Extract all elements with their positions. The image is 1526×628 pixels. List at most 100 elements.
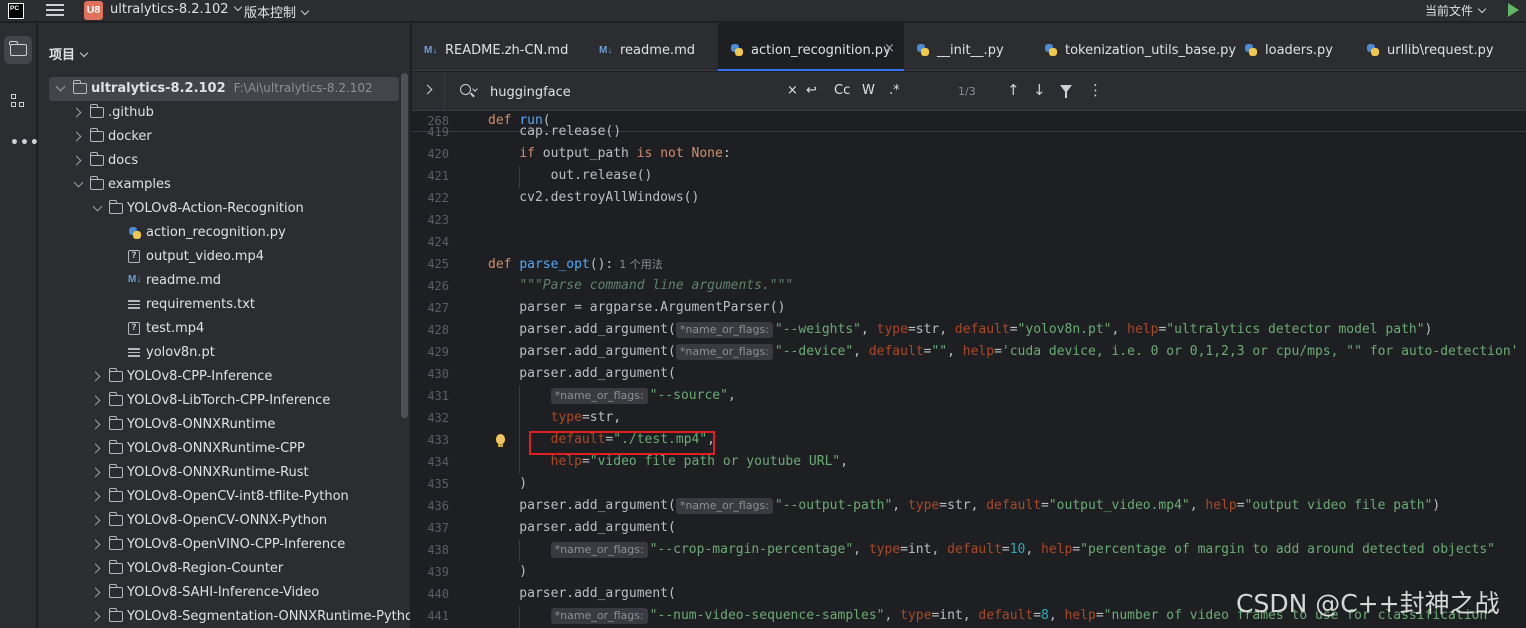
tree-folder[interactable]: YOLOv8-CPP-Inference xyxy=(38,365,400,389)
code-line[interactable]: 439 ) xyxy=(412,562,1526,584)
watermark: CSDN @C++封神之战 xyxy=(1236,589,1500,618)
editor-tab[interactable]: loaders.py xyxy=(1232,23,1354,71)
code-line[interactable]: 429 parser.add_argument(*name_or_flags: "… xyxy=(412,342,1526,364)
run-icon[interactable] xyxy=(1508,3,1519,17)
project-tool-button[interactable] xyxy=(4,36,32,64)
tree-folder[interactable]: YOLOv8-LibTorch-CPP-Inference xyxy=(38,389,400,413)
tree-file[interactable]: M↓ readme.md xyxy=(38,269,400,293)
tree-folder[interactable]: YOLOv8-OpenCV-ONNX-Python xyxy=(38,509,400,533)
structure-tool-button[interactable] xyxy=(4,87,32,115)
tree-file[interactable]: requirements.txt xyxy=(38,293,400,317)
code-line[interactable]: 438 *name_or_flags: "--crop-margin-percen… xyxy=(412,540,1526,562)
code-line[interactable]: 421 out.release() xyxy=(412,166,1526,188)
tab-label: loaders.py xyxy=(1265,43,1333,58)
project-panel-header[interactable]: 项目 xyxy=(49,44,89,63)
editor-tab[interactable]: __init__.py xyxy=(904,23,1032,71)
tree-folder[interactable]: YOLOv8-Segmentation-ONNXRuntime-Python xyxy=(38,605,410,628)
tree-folder[interactable]: YOLOv8-ONNXRuntime xyxy=(38,413,400,437)
chevron-down-icon xyxy=(1477,4,1487,14)
expand-arrow-icon[interactable] xyxy=(90,419,101,430)
close-tab-icon[interactable]: × xyxy=(884,41,895,56)
editor-tab[interactable]: M↓ readme.md xyxy=(587,23,718,71)
code-line[interactable]: 432 type=str, xyxy=(412,408,1526,430)
expand-arrow-icon[interactable] xyxy=(73,177,84,188)
code-line[interactable]: 420 if output_path is not None: xyxy=(412,144,1526,166)
python-file-icon xyxy=(730,43,744,57)
code-line[interactable]: 433 default="./test.mp4", xyxy=(412,430,1526,452)
code-line[interactable]: 419 cap.release() xyxy=(412,122,1526,144)
expand-arrow-icon[interactable] xyxy=(90,587,101,598)
expand-arrow-icon[interactable] xyxy=(90,467,101,478)
tree-folder[interactable]: YOLOv8-ONNXRuntime-CPP xyxy=(38,437,400,461)
tree-folder[interactable]: YOLOv8-Region-Counter xyxy=(38,557,400,581)
tree-folder[interactable]: examples xyxy=(38,173,400,197)
expand-arrow-icon[interactable] xyxy=(90,491,101,502)
more-options-icon[interactable]: ⋮ xyxy=(1088,81,1103,99)
expand-arrow-icon[interactable] xyxy=(71,107,82,118)
expand-replace-icon[interactable] xyxy=(422,84,433,95)
next-match-icon[interactable]: ↓ xyxy=(1033,81,1046,99)
code-line[interactable]: 431 *name_or_flags: "--source", xyxy=(412,386,1526,408)
project-badge[interactable]: U8 xyxy=(84,1,103,20)
tree-file[interactable]: ? output_video.mp4 xyxy=(38,245,400,269)
tree-item-label: YOLOv8-ONNXRuntime xyxy=(127,417,276,432)
code-editor[interactable]: 268 def run( 419 cap.release() 420 if out… xyxy=(412,112,1526,628)
previous-match-icon[interactable]: ↑ xyxy=(1007,81,1020,99)
editor-tab[interactable]: tokenization_utils_base.py xyxy=(1032,23,1236,71)
whole-word-toggle[interactable]: W xyxy=(862,83,875,98)
code-line[interactable]: 437 parser.add_argument( xyxy=(412,518,1526,540)
expand-arrow-icon[interactable] xyxy=(90,515,101,526)
tree-folder[interactable]: docs xyxy=(38,149,400,173)
code-line[interactable]: 428 parser.add_argument(*name_or_flags: "… xyxy=(412,320,1526,342)
expand-arrow-icon[interactable] xyxy=(90,563,101,574)
code-line[interactable]: 425 def parse_opt(): 1 个用法 xyxy=(412,254,1526,276)
code-line[interactable]: 427 parser = argparse.ArgumentParser() xyxy=(412,298,1526,320)
main-menu-icon[interactable] xyxy=(46,2,64,18)
code-line[interactable]: 424 xyxy=(412,232,1526,254)
tree-root[interactable]: ultralytics-8.2.102 F:\Ai\ultralytics-8.2… xyxy=(49,77,399,101)
tree-folder[interactable]: YOLOv8-Action-Recognition xyxy=(38,197,400,221)
code-line[interactable]: 423 xyxy=(412,210,1526,232)
tree-file[interactable]: action_recognition.py xyxy=(38,221,400,245)
tree-folder[interactable]: docker xyxy=(38,125,400,149)
match-case-toggle[interactable]: Cc xyxy=(834,83,850,98)
tree-file[interactable]: yolov8n.pt xyxy=(38,341,400,365)
clear-icon[interactable]: × xyxy=(787,83,798,98)
search-icon[interactable] xyxy=(460,84,471,95)
filter-icon[interactable] xyxy=(1060,85,1072,98)
code-line[interactable]: 434 help="video file path or youtube URL… xyxy=(412,452,1526,474)
expand-arrow-icon[interactable] xyxy=(92,201,103,212)
expand-arrow-icon[interactable] xyxy=(90,443,101,454)
expand-arrow-icon[interactable] xyxy=(90,539,101,550)
expand-arrow-icon[interactable] xyxy=(90,395,101,406)
find-input[interactable] xyxy=(490,82,780,102)
editor-tab[interactable]: action_recognition.py × xyxy=(718,23,904,71)
code-line[interactable]: 422 cv2.destroyAllWindows() xyxy=(412,188,1526,210)
expand-arrow-icon[interactable] xyxy=(71,131,82,142)
tree-file[interactable]: ? test.mp4 xyxy=(38,317,400,341)
regex-toggle[interactable]: .* xyxy=(889,83,900,98)
vcs-menu[interactable]: 版本控制 xyxy=(244,2,310,21)
code-line[interactable]: 426 """Parse command line arguments.""" xyxy=(412,276,1526,298)
tree-folder[interactable]: YOLOv8-OpenCV-int8-tflite-Python xyxy=(38,485,400,509)
editor-tab[interactable]: M↓ README.zh-CN.md xyxy=(412,23,587,71)
code-line[interactable]: 435 ) xyxy=(412,474,1526,496)
code-line[interactable]: 436 parser.add_argument(*name_or_flags: "… xyxy=(412,496,1526,518)
tree-folder[interactable]: YOLOv8-OpenVINO-CPP-Inference xyxy=(38,533,400,557)
expand-arrow-icon[interactable] xyxy=(90,611,101,622)
tree-folder[interactable]: YOLOv8-SAHI-Inference-Video xyxy=(38,581,400,605)
line-number: 440 xyxy=(427,587,449,601)
expand-arrow-icon[interactable] xyxy=(71,155,82,166)
project-panel: 项目 ultralytics-8.2.102 F:\Ai\ultralytics-… xyxy=(38,23,411,628)
code-line[interactable]: 430 parser.add_argument( xyxy=(412,364,1526,386)
project-switcher[interactable]: ultralytics-8.2.102 xyxy=(110,2,242,17)
search-history-icon[interactable]: ↩ xyxy=(806,83,817,98)
expand-arrow-icon[interactable] xyxy=(55,81,66,92)
project-scrollbar[interactable] xyxy=(401,73,408,418)
expand-arrow-icon[interactable] xyxy=(90,371,101,382)
run-config-selector[interactable]: 当前文件 xyxy=(1425,2,1487,19)
tree-folder[interactable]: YOLOv8-ONNXRuntime-Rust xyxy=(38,461,400,485)
editor-tab[interactable]: urllib\request.py xyxy=(1354,23,1526,71)
tree-folder[interactable]: .github xyxy=(38,101,400,125)
more-tools-button[interactable]: ••• xyxy=(4,127,39,155)
